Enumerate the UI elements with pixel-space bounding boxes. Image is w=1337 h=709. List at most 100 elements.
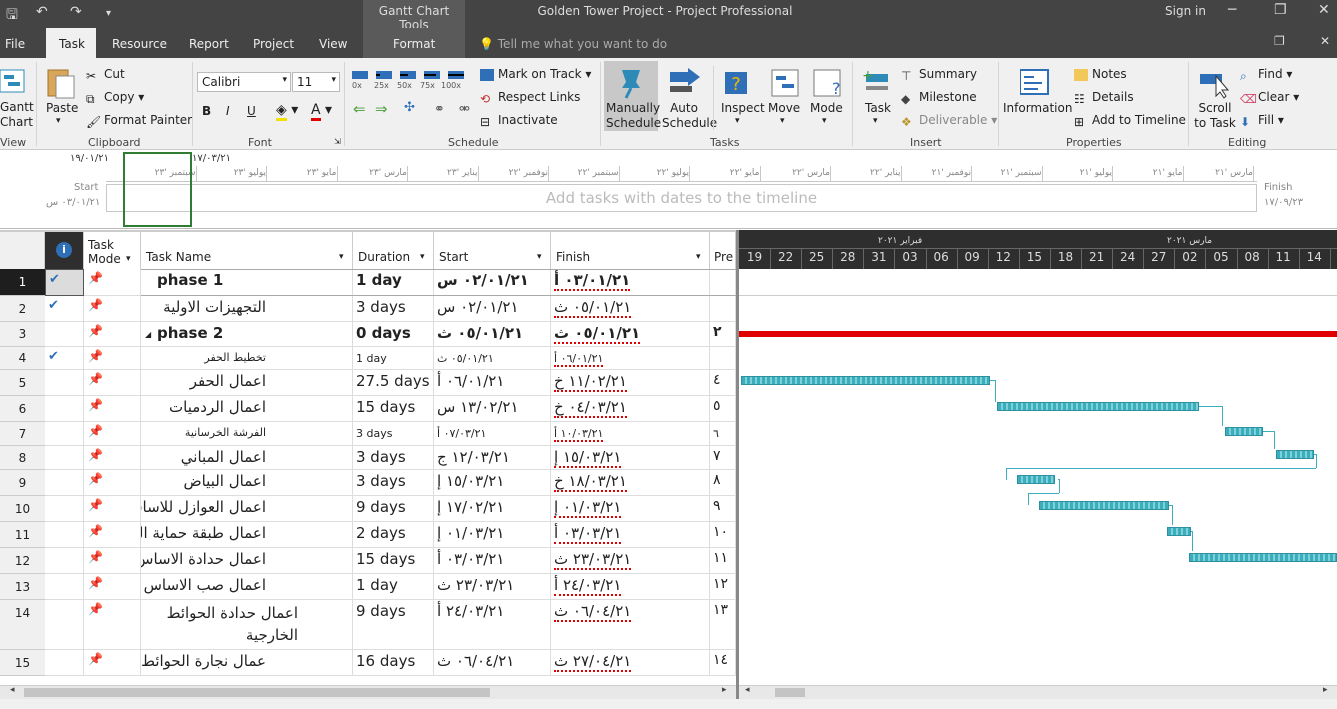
predecessors-cell[interactable]: ٤ bbox=[710, 370, 736, 396]
duration-cell[interactable]: 3 days bbox=[353, 422, 434, 446]
task-name-cell[interactable]: اعمال المباني bbox=[141, 446, 353, 470]
start-cell[interactable]: ٠٥/٠١/٢١ ث bbox=[434, 322, 551, 347]
finish-cell[interactable]: ٠٦/٠٤/٢١ ث bbox=[551, 600, 710, 650]
start-cell[interactable]: ١٧/٠٢/٢١ إ bbox=[434, 496, 551, 522]
task-mode-cell[interactable]: 📌 bbox=[84, 574, 141, 600]
duration-cell[interactable]: 0 days bbox=[353, 322, 434, 347]
font-color-icon[interactable]: A ▾ bbox=[311, 102, 332, 121]
finish-cell[interactable]: ١١/٠٢/٢١ خ bbox=[551, 370, 710, 396]
row-number[interactable]: 6 bbox=[0, 396, 45, 422]
task-mode-cell[interactable]: 📌 bbox=[84, 370, 141, 396]
row-number[interactable]: 11 bbox=[0, 522, 45, 548]
start-cell[interactable]: ٠٢/٠١/٢١ س bbox=[434, 269, 551, 296]
duration-cell[interactable]: 1 day bbox=[353, 574, 434, 600]
inspect-button[interactable]: Inspect bbox=[721, 101, 765, 115]
row-number[interactable]: 2 bbox=[0, 296, 45, 322]
deliverable-button[interactable]: ❖ Deliverable ▾ bbox=[901, 113, 997, 129]
highlight-color-icon[interactable]: ◈ ▾ bbox=[276, 102, 298, 121]
duration-cell[interactable]: 9 days bbox=[353, 496, 434, 522]
chevron-down-icon[interactable]: ▾ bbox=[126, 252, 131, 266]
unlink-tasks-icon[interactable]: ⚮ bbox=[459, 102, 470, 117]
finish-cell[interactable]: ٠٥/٠١/٢١ ث bbox=[551, 322, 710, 347]
gantt-bar-11[interactable] bbox=[1167, 527, 1191, 536]
start-cell[interactable]: ٠٦/٠١/٢١ أ bbox=[434, 370, 551, 396]
customize-quick-access-icon[interactable]: ▾ bbox=[106, 8, 111, 19]
row-number[interactable]: 14 bbox=[0, 600, 45, 650]
row-number[interactable]: 12 bbox=[0, 548, 45, 574]
redo-icon[interactable]: ↷ bbox=[70, 4, 82, 20]
start-cell[interactable]: ٢٤/٠٣/٢١ أ bbox=[434, 600, 551, 650]
font-dialog-launcher-icon[interactable]: ⇲ bbox=[334, 137, 341, 146]
gantt-chart-icon[interactable] bbox=[0, 66, 26, 100]
scroll-to-task-button[interactable]: Scroll to Task bbox=[1194, 101, 1236, 131]
start-cell[interactable]: ٠٥/٠١/٢١ ث bbox=[434, 347, 551, 370]
mode-button[interactable]: Mode bbox=[810, 101, 843, 115]
undo-icon[interactable]: ↶ bbox=[36, 4, 48, 20]
sign-in-link[interactable]: Sign in bbox=[1165, 4, 1206, 18]
move-button[interactable]: Move bbox=[768, 101, 800, 115]
task-name-cell[interactable]: اعمال صب الاساس bbox=[141, 574, 353, 600]
gantt-chart[interactable] bbox=[739, 230, 1337, 685]
task-name-cell[interactable]: اعمال البياض bbox=[141, 470, 353, 496]
tab-resource[interactable]: Resource bbox=[112, 37, 167, 51]
gantt-bar-6[interactable] bbox=[997, 402, 1199, 411]
indicators-cell[interactable] bbox=[45, 422, 84, 446]
gantt-scroll-thumb[interactable] bbox=[775, 688, 805, 697]
task-mode-cell[interactable]: 📌 bbox=[84, 522, 141, 548]
task-name-cell[interactable]: اعمال العوازل للاساس bbox=[141, 496, 353, 522]
predecessors-cell[interactable]: ٥ bbox=[710, 396, 736, 422]
task-mode-cell[interactable]: 📌 bbox=[84, 470, 141, 496]
scroll-right-icon[interactable]: ▸ bbox=[722, 685, 727, 695]
finish-cell[interactable]: ٢٤/٠٣/٢١ أ bbox=[551, 574, 710, 600]
start-cell[interactable]: ١٣/٠٢/٢١ س bbox=[434, 396, 551, 422]
task-mode-cell[interactable]: 📌 bbox=[84, 296, 141, 322]
minimize-icon[interactable]: ─ bbox=[1228, 2, 1236, 18]
predecessors-cell[interactable]: ٨ bbox=[710, 470, 736, 496]
start-cell[interactable]: ٠٧/٠٣/٢١ أ bbox=[434, 422, 551, 446]
chevron-down-icon[interactable]: ▾ bbox=[339, 252, 344, 262]
task-mode-cell[interactable]: 📌 bbox=[84, 347, 141, 370]
mode-icon[interactable]: ? bbox=[812, 68, 846, 102]
tab-report[interactable]: Report bbox=[189, 37, 229, 51]
row-number[interactable]: 7 bbox=[0, 422, 45, 446]
indicators-cell[interactable] bbox=[45, 446, 84, 470]
chevron-down-icon[interactable]: ▾ bbox=[537, 252, 542, 262]
indicators-cell[interactable] bbox=[45, 650, 84, 676]
chevron-down-icon[interactable]: ▾ bbox=[822, 116, 827, 126]
finish-header[interactable]: Finish ▾ bbox=[551, 232, 710, 269]
tab-project[interactable]: Project bbox=[253, 37, 294, 51]
scroll-left-icon[interactable]: ◂ bbox=[745, 685, 750, 695]
scroll-right-icon[interactable]: ▸ bbox=[1323, 685, 1328, 695]
task-mode-cell[interactable]: 📌 bbox=[84, 600, 141, 650]
bold-button[interactable]: B bbox=[202, 104, 211, 118]
font-name-combo[interactable]: Calibri ▾ bbox=[197, 72, 291, 92]
gantt-chart-button[interactable]: Gantt Chart bbox=[0, 100, 34, 130]
tell-me-box[interactable]: 💡 Tell me what you want to do bbox=[479, 37, 667, 51]
outdent-icon[interactable]: ⇐ bbox=[353, 100, 366, 118]
ribbon-restore-icon[interactable]: ❐ bbox=[1274, 34, 1285, 48]
summary-button[interactable]: ⊤ Summary bbox=[901, 67, 977, 83]
paste-button[interactable]: Paste bbox=[46, 101, 78, 115]
task-mode-cell[interactable]: 📌 bbox=[84, 422, 141, 446]
indicators-cell[interactable] bbox=[45, 548, 84, 574]
finish-cell[interactable]: ٠٣/٠١/٢١ أ bbox=[551, 269, 710, 296]
select-all-header[interactable] bbox=[0, 232, 45, 269]
predecessors-cell[interactable]: ١٤ bbox=[710, 650, 736, 676]
finish-cell[interactable]: ٠٣/٠٣/٢١ أ bbox=[551, 522, 710, 548]
inactivate-button[interactable]: ⊟ Inactivate bbox=[480, 113, 558, 129]
predecessors-cell[interactable] bbox=[710, 296, 736, 322]
indicators-cell[interactable] bbox=[45, 322, 84, 347]
row-number[interactable]: 13 bbox=[0, 574, 45, 600]
task-name-cell[interactable]: الفرشة الخرسانية bbox=[141, 422, 353, 446]
finish-cell[interactable]: ١٠/٠٣/٢١ أ bbox=[551, 422, 710, 446]
duration-header[interactable]: Duration ▾ bbox=[353, 232, 434, 269]
duration-cell[interactable]: 3 days bbox=[353, 470, 434, 496]
duration-cell[interactable]: 1 day bbox=[353, 269, 434, 296]
gantt-bar-9[interactable] bbox=[1017, 475, 1055, 484]
task-mode-cell[interactable]: 📌 bbox=[84, 396, 141, 422]
chevron-down-icon[interactable]: ▾ bbox=[696, 252, 701, 262]
ribbon-close-icon[interactable]: ✕ bbox=[1320, 34, 1330, 48]
duration-cell[interactable]: 3 days bbox=[353, 296, 434, 322]
task-name-cell[interactable]: phase 1 bbox=[141, 269, 353, 296]
inspect-icon[interactable]: ? bbox=[725, 68, 759, 102]
